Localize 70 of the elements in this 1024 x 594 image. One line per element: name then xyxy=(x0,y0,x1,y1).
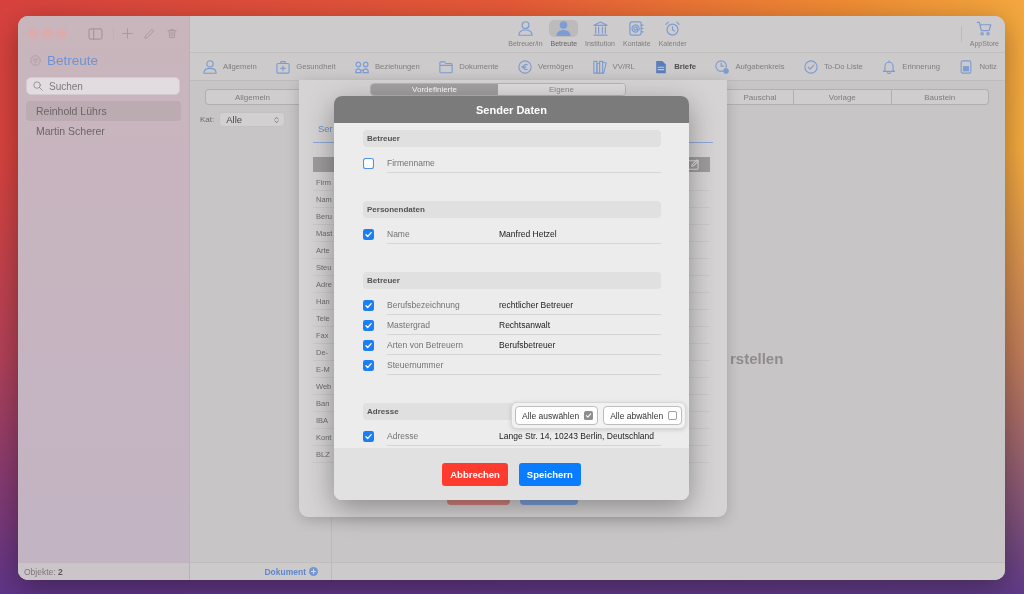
person-icon xyxy=(549,20,579,37)
sidebar-toggle-icon[interactable] xyxy=(88,27,103,40)
segment-tab[interactable]: Allgemein xyxy=(206,90,299,104)
filter-label: Kat: xyxy=(200,115,215,124)
euro-icon xyxy=(518,59,533,74)
search-field[interactable]: Suchen xyxy=(26,77,180,95)
field-label: Name xyxy=(387,228,410,239)
checkbox[interactable] xyxy=(363,359,374,371)
field-label: Arten von Betreuern xyxy=(387,339,464,350)
save-button[interactable]: Speichern xyxy=(518,462,581,486)
field-value: Lange Str. 14, 10243 Berlin, Deutschland xyxy=(499,430,654,441)
medical-kit-icon xyxy=(276,59,291,74)
cart-icon xyxy=(976,21,993,36)
address-book-icon xyxy=(629,21,645,36)
field-label: Steuernummer xyxy=(387,359,444,370)
checkbox[interactable] xyxy=(668,411,678,420)
segment-tab[interactable]: Baustein xyxy=(890,90,988,104)
checkbox[interactable] xyxy=(363,299,374,311)
segment-tab[interactable]: Pauschal xyxy=(727,90,793,104)
section-header: Betreuer xyxy=(363,272,661,289)
checkbox[interactable] xyxy=(363,430,374,442)
segment-tab[interactable]: Vorlage xyxy=(793,90,891,104)
chevron-up-down-icon xyxy=(274,115,280,124)
sidebar-item[interactable]: Martin Scherer xyxy=(26,121,181,141)
segment-tab[interactable]: Vordefinierte xyxy=(371,84,498,95)
sidebar-title: Betreute xyxy=(47,52,99,68)
segment-tab[interactable]: Eigene xyxy=(498,84,625,95)
alarm-clock-icon xyxy=(665,21,681,36)
checkbox[interactable] xyxy=(363,228,374,240)
field-value: Berufsbetreuer xyxy=(499,339,556,350)
notepad-icon xyxy=(959,59,974,74)
checkbox[interactable] xyxy=(363,157,374,169)
sidebar-item[interactable]: Reinhold Lührs xyxy=(26,101,181,121)
search-icon xyxy=(33,81,43,91)
add-document-button[interactable]: Dokument xyxy=(264,566,318,577)
object-count: Objekte: 2 xyxy=(24,566,63,577)
select-all-button[interactable]: Alle auswählen xyxy=(515,406,599,425)
check-circle-icon xyxy=(804,59,818,74)
checkbox[interactable] xyxy=(584,411,594,420)
field-value: rechtlicher Betreuer xyxy=(499,299,574,310)
plus-circle-icon xyxy=(309,567,318,576)
dialog-title: Sender Daten xyxy=(334,96,689,123)
section-header: Betreuer xyxy=(363,130,661,147)
cancel-button[interactable]: Abbrechen xyxy=(442,462,508,486)
section-header: Personendaten xyxy=(363,201,661,218)
category-select[interactable]: Alle xyxy=(219,112,286,127)
person-outline-icon xyxy=(203,59,217,74)
field-value: Manfred Hetzel xyxy=(499,228,557,239)
save-button[interactable] xyxy=(520,500,578,505)
people-icon xyxy=(354,59,369,74)
document-icon xyxy=(654,59,669,74)
person-outline-icon xyxy=(517,21,533,36)
trash-icon[interactable] xyxy=(167,28,177,39)
deselect-all-button[interactable]: Alle abwählen xyxy=(603,406,683,425)
clock-icon xyxy=(715,59,730,74)
plus-icon[interactable] xyxy=(122,28,133,39)
field-label: Firmenname xyxy=(387,157,435,168)
checkbox[interactable] xyxy=(363,339,374,351)
building-icon xyxy=(592,21,608,36)
bell-icon xyxy=(882,59,897,74)
field-label: Adresse xyxy=(387,430,419,441)
checkbox[interactable] xyxy=(363,319,374,331)
compose-icon[interactable] xyxy=(686,159,700,170)
field-label: Berufsbezeichnung xyxy=(387,299,460,310)
empty-state-text: rstellen xyxy=(730,350,784,367)
field-label: Mastergrad xyxy=(387,319,430,330)
books-icon xyxy=(592,59,607,74)
folder-icon xyxy=(439,59,454,74)
field-value: Rechtsanwalt xyxy=(499,319,551,330)
tab[interactable]: Ser xyxy=(318,123,333,134)
